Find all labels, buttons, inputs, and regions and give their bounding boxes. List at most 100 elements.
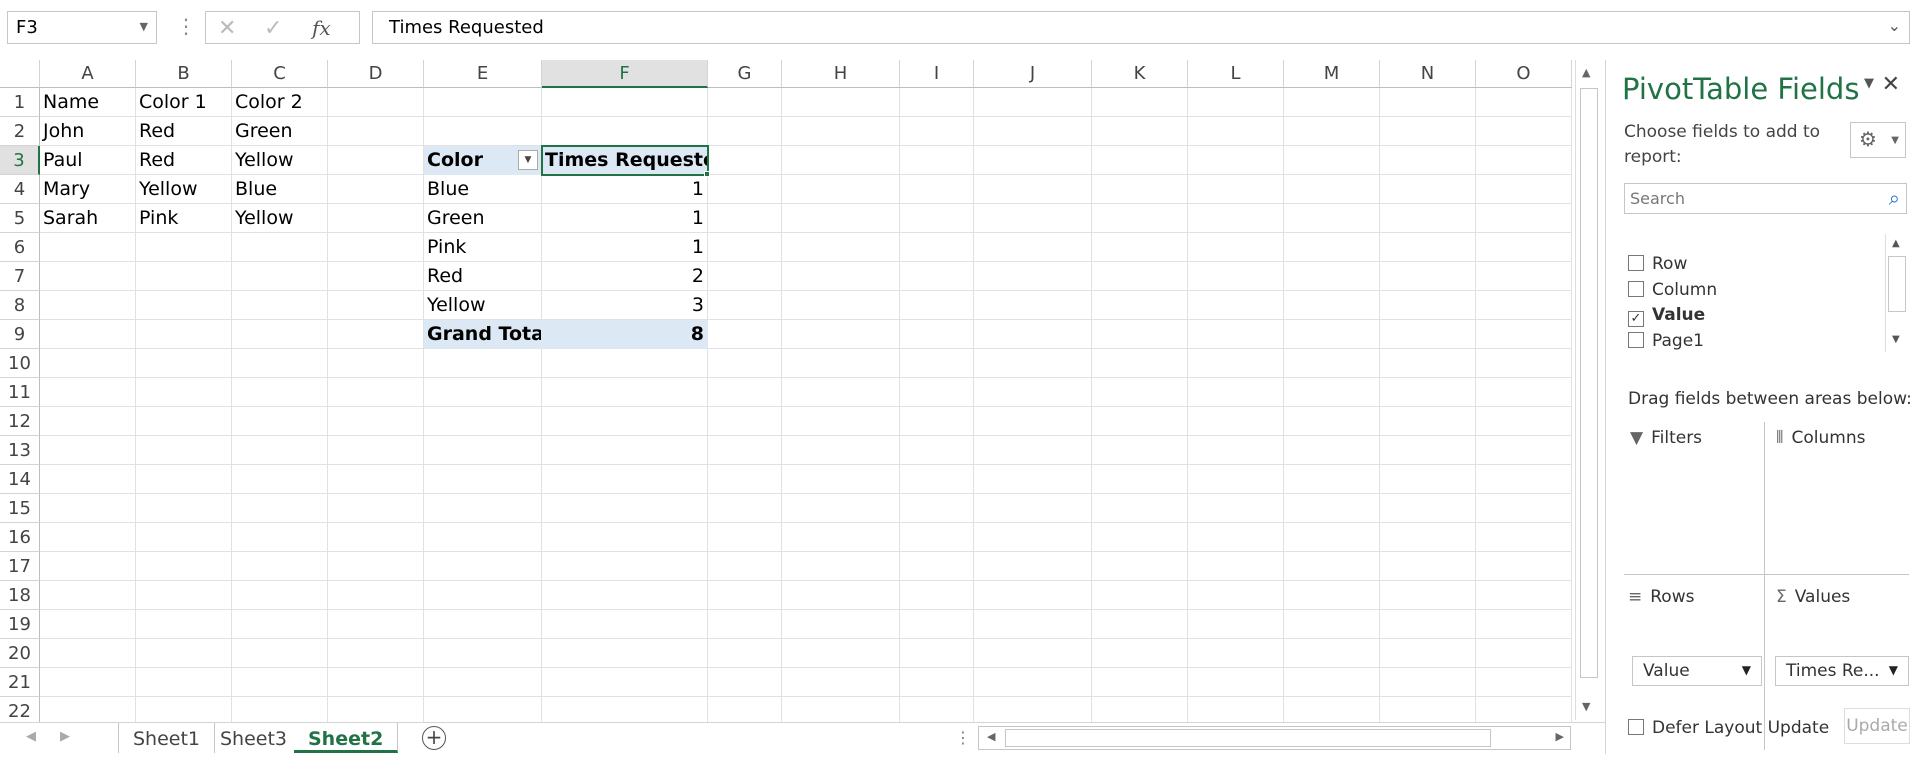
rows-field-pill[interactable]: Value ▼ xyxy=(1632,656,1762,686)
prev-sheet-icon[interactable]: ◀ xyxy=(26,729,36,744)
cell-d20[interactable] xyxy=(328,639,424,668)
cell-b14[interactable] xyxy=(136,465,232,494)
cell-k8[interactable] xyxy=(1092,291,1188,320)
cell-c15[interactable] xyxy=(232,494,328,523)
cell-o18[interactable] xyxy=(1476,581,1572,610)
cell-l13[interactable] xyxy=(1188,436,1284,465)
cell-d7[interactable] xyxy=(328,262,424,291)
pane-options-dropdown-icon[interactable]: ▼ xyxy=(1864,76,1874,91)
cell-e14[interactable] xyxy=(424,465,542,494)
cell-h6[interactable] xyxy=(782,233,900,262)
cell-h17[interactable] xyxy=(782,552,900,581)
cell-d16[interactable] xyxy=(328,523,424,552)
field-item-column[interactable]: Column xyxy=(1628,280,1717,300)
name-box[interactable]: F3 ▼ xyxy=(7,11,157,44)
pivot-row-value[interactable]: 1 xyxy=(542,175,708,204)
row-header-15[interactable]: 15 xyxy=(0,494,40,523)
cell-g14[interactable] xyxy=(708,465,782,494)
next-sheet-icon[interactable]: ▶ xyxy=(60,729,70,744)
column-header-j[interactable]: J xyxy=(974,60,1092,88)
source-data-cell[interactable]: Red xyxy=(136,117,232,146)
cell-o4[interactable] xyxy=(1476,175,1572,204)
cell-g10[interactable] xyxy=(708,349,782,378)
scroll-down-icon[interactable]: ▼ xyxy=(1892,334,1900,345)
cell-m20[interactable] xyxy=(1284,639,1380,668)
cell-l9[interactable] xyxy=(1188,320,1284,349)
pivot-row-value[interactable]: 1 xyxy=(542,204,708,233)
cell-a10[interactable] xyxy=(40,349,136,378)
cell-n16[interactable] xyxy=(1380,523,1476,552)
cell-n13[interactable] xyxy=(1380,436,1476,465)
cell-e10[interactable] xyxy=(424,349,542,378)
cell-f10[interactable] xyxy=(542,349,708,378)
cell-f12[interactable] xyxy=(542,407,708,436)
column-header-c[interactable]: C xyxy=(232,60,328,88)
cell-h19[interactable] xyxy=(782,610,900,639)
cell-a18[interactable] xyxy=(40,581,136,610)
cell-i13[interactable] xyxy=(900,436,974,465)
cell-h18[interactable] xyxy=(782,581,900,610)
cell-a11[interactable] xyxy=(40,378,136,407)
cell-i15[interactable] xyxy=(900,494,974,523)
column-header-a[interactable]: A xyxy=(40,60,136,88)
cell-d4[interactable] xyxy=(328,175,424,204)
cell-n12[interactable] xyxy=(1380,407,1476,436)
cell-d3[interactable] xyxy=(328,146,424,175)
cell-j16[interactable] xyxy=(974,523,1092,552)
row-header-2[interactable]: 2 xyxy=(0,117,40,146)
cell-o21[interactable] xyxy=(1476,668,1572,697)
cell-l12[interactable] xyxy=(1188,407,1284,436)
cell-l3[interactable] xyxy=(1188,146,1284,175)
source-data-cell[interactable]: Blue xyxy=(232,175,328,204)
select-all-corner[interactable] xyxy=(0,60,40,88)
cell-l4[interactable] xyxy=(1188,175,1284,204)
pivot-total-value[interactable]: 8 xyxy=(542,320,708,349)
cell-d5[interactable] xyxy=(328,204,424,233)
field-item-page1[interactable]: Page1 xyxy=(1628,331,1704,351)
cell-f18[interactable] xyxy=(542,581,708,610)
pivot-row-label[interactable]: Red xyxy=(424,262,542,291)
defer-layout-update[interactable]: Defer Layout Update xyxy=(1628,718,1829,738)
source-data-cell[interactable]: Red xyxy=(136,146,232,175)
cell-j13[interactable] xyxy=(974,436,1092,465)
cell-h21[interactable] xyxy=(782,668,900,697)
chevron-down-icon[interactable]: ▼ xyxy=(1742,663,1751,677)
cell-i3[interactable] xyxy=(900,146,974,175)
cell-d15[interactable] xyxy=(328,494,424,523)
cell-b9[interactable] xyxy=(136,320,232,349)
cell-i1[interactable] xyxy=(900,88,974,117)
cell-b15[interactable] xyxy=(136,494,232,523)
cell-h15[interactable] xyxy=(782,494,900,523)
cell-k7[interactable] xyxy=(1092,262,1188,291)
cell-o3[interactable] xyxy=(1476,146,1572,175)
cell-l18[interactable] xyxy=(1188,581,1284,610)
column-header-m[interactable]: M xyxy=(1284,60,1380,88)
pivot-row-label[interactable]: Pink xyxy=(424,233,542,262)
cell-d21[interactable] xyxy=(328,668,424,697)
cell-k17[interactable] xyxy=(1092,552,1188,581)
cell-m5[interactable] xyxy=(1284,204,1380,233)
cell-o1[interactable] xyxy=(1476,88,1572,117)
cell-j5[interactable] xyxy=(974,204,1092,233)
cell-d11[interactable] xyxy=(328,378,424,407)
cell-a16[interactable] xyxy=(40,523,136,552)
cell-c19[interactable] xyxy=(232,610,328,639)
cell-h8[interactable] xyxy=(782,291,900,320)
cell-l17[interactable] xyxy=(1188,552,1284,581)
cell-d12[interactable] xyxy=(328,407,424,436)
cell-i17[interactable] xyxy=(900,552,974,581)
cell-j1[interactable] xyxy=(974,88,1092,117)
row-header-16[interactable]: 16 xyxy=(0,523,40,552)
update-button[interactable]: Update xyxy=(1844,708,1910,744)
cell-d19[interactable] xyxy=(328,610,424,639)
pivot-row-value[interactable]: 1 xyxy=(542,233,708,262)
cell-i16[interactable] xyxy=(900,523,974,552)
cell-n18[interactable] xyxy=(1380,581,1476,610)
cell-m16[interactable] xyxy=(1284,523,1380,552)
cell-m12[interactable] xyxy=(1284,407,1380,436)
cell-l10[interactable] xyxy=(1188,349,1284,378)
checkbox-value[interactable]: ✓ xyxy=(1628,311,1644,327)
cell-i7[interactable] xyxy=(900,262,974,291)
cell-k3[interactable] xyxy=(1092,146,1188,175)
row-header-3[interactable]: 3 xyxy=(0,146,40,175)
